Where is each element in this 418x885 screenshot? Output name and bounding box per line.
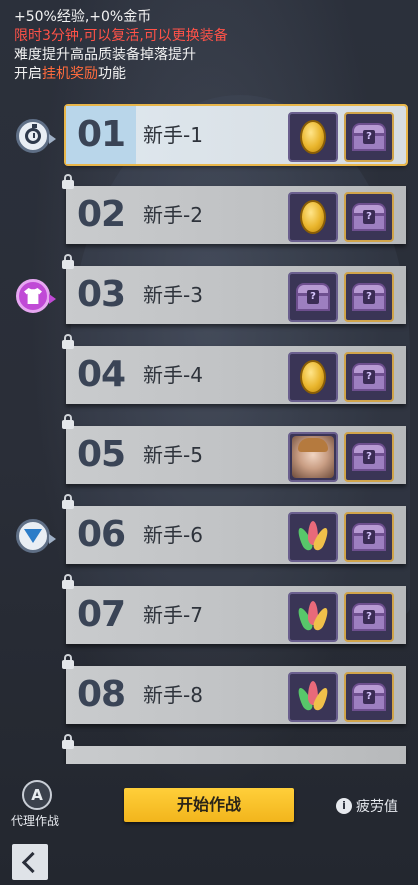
chest-icon: ? [296,283,330,311]
fatigue-info[interactable]: i 疲劳值 [336,796,398,816]
info-icon: i [336,798,352,814]
reward-slot[interactable] [288,352,338,402]
stage-info-panel: +50%经验,+0%金币 限时3分钟,可以复活,可以更换装备 难度提升高品质装备… [14,8,228,84]
chest-icon: ? [352,603,386,631]
stage-row[interactable]: 01 新手-1 ? [64,104,408,166]
coin-icon [300,120,326,154]
stage-name: 新手-1 [143,123,203,147]
leaves-icon [295,601,331,633]
chest-icon: ? [352,203,386,231]
coin-icon [300,360,326,394]
character-avatar-icon [292,436,334,478]
chest-icon: ? [352,123,386,151]
chest-icon: ? [352,683,386,711]
unlock-text: 开启挂机奖励功能 [14,65,228,84]
chest-icon: ? [352,283,386,311]
stage-number: 07 [76,594,126,635]
auto-battle-label: 代理作战 [10,814,59,828]
reward-slot[interactable]: ? [344,192,394,242]
stage-row[interactable]: 06 新手-6 ? [62,494,406,564]
stage-row[interactable]: 07 新手-7 ? [62,574,406,644]
reward-slot[interactable]: ? [344,352,394,402]
reward-slot[interactable] [288,432,338,482]
shirt-icon [16,279,56,313]
chest-icon: ? [352,523,386,551]
reward-slot[interactable] [288,672,338,722]
time-limit-text: 限时3分钟,可以复活,可以更换装备 [14,28,228,44]
stage-number: 04 [76,354,126,395]
bottom-bar: A 代理作战 开始作战 i 疲劳值 [0,766,418,885]
reward-slot[interactable]: ? [344,512,394,562]
chest-icon: ? [352,363,386,391]
stage-row-partial[interactable] [62,734,406,764]
stage-name: 新手-4 [143,363,203,387]
leaves-icon [295,681,331,713]
reward-slot[interactable] [288,592,338,642]
stage-name: 新手-5 [143,443,203,467]
stage-number: 06 [76,514,126,555]
reward-slot[interactable]: ? [344,432,394,482]
stage-name: 新手-2 [143,203,203,227]
start-battle-button[interactable]: 开始作战 [124,788,294,822]
back-button[interactable] [12,844,48,880]
auto-battle-icon: A [22,780,52,810]
reward-slot[interactable]: ? [288,272,338,322]
unlock-text-prefix: 开启 [14,66,42,82]
stage-row[interactable]: 02 新手-2 ? [62,174,406,244]
coin-icon [300,200,326,234]
reward-slot[interactable]: ? [344,592,394,642]
stage-name: 新手-6 [143,523,203,547]
stage-number: 02 [76,194,126,235]
reward-slot[interactable]: ? [344,272,394,322]
stage-name: 新手-8 [143,683,203,707]
stage-number: 08 [76,674,126,715]
reward-slot[interactable]: ? [344,112,394,162]
stage-name: 新手-3 [143,283,203,307]
bonus-text: +50%经验,+0%金币 [14,9,152,25]
stage-row[interactable]: 03 新手-3 ? ? [62,254,406,324]
stage-row[interactable]: 04 新手-4 ? [62,334,406,404]
unlock-feature-highlight: 挂机奖励 [42,66,98,82]
stage-number: 03 [76,274,126,315]
stage-number: 01 [66,106,136,164]
fatigue-label: 疲劳值 [356,799,398,815]
stage-card[interactable] [66,746,406,764]
chevron-left-icon [21,851,44,873]
stage-list[interactable]: 01 新手-1 ? 02 新手-2 ? 03 新手-3 ? ? 04 新手-4 … [0,104,418,764]
stage-name: 新手-7 [143,603,203,627]
unlock-text-suffix: 功能 [98,66,126,82]
stopwatch-icon [16,119,56,153]
leaves-icon [295,521,331,553]
auto-battle-button[interactable]: A 代理作战 [11,780,60,829]
reward-slot[interactable] [288,112,338,162]
difficulty-text: 难度提升高品质装备掉落提升 [14,47,196,63]
lock-icon [61,734,75,749]
chest-icon: ? [352,443,386,471]
reward-slot[interactable] [288,192,338,242]
shield-icon [16,519,56,553]
reward-slot[interactable]: ? [344,672,394,722]
stage-row[interactable]: 05 新手-5 ? [62,414,406,484]
stage-number: 05 [76,434,126,475]
reward-slot[interactable] [288,512,338,562]
stage-row[interactable]: 08 新手-8 ? [62,654,406,724]
